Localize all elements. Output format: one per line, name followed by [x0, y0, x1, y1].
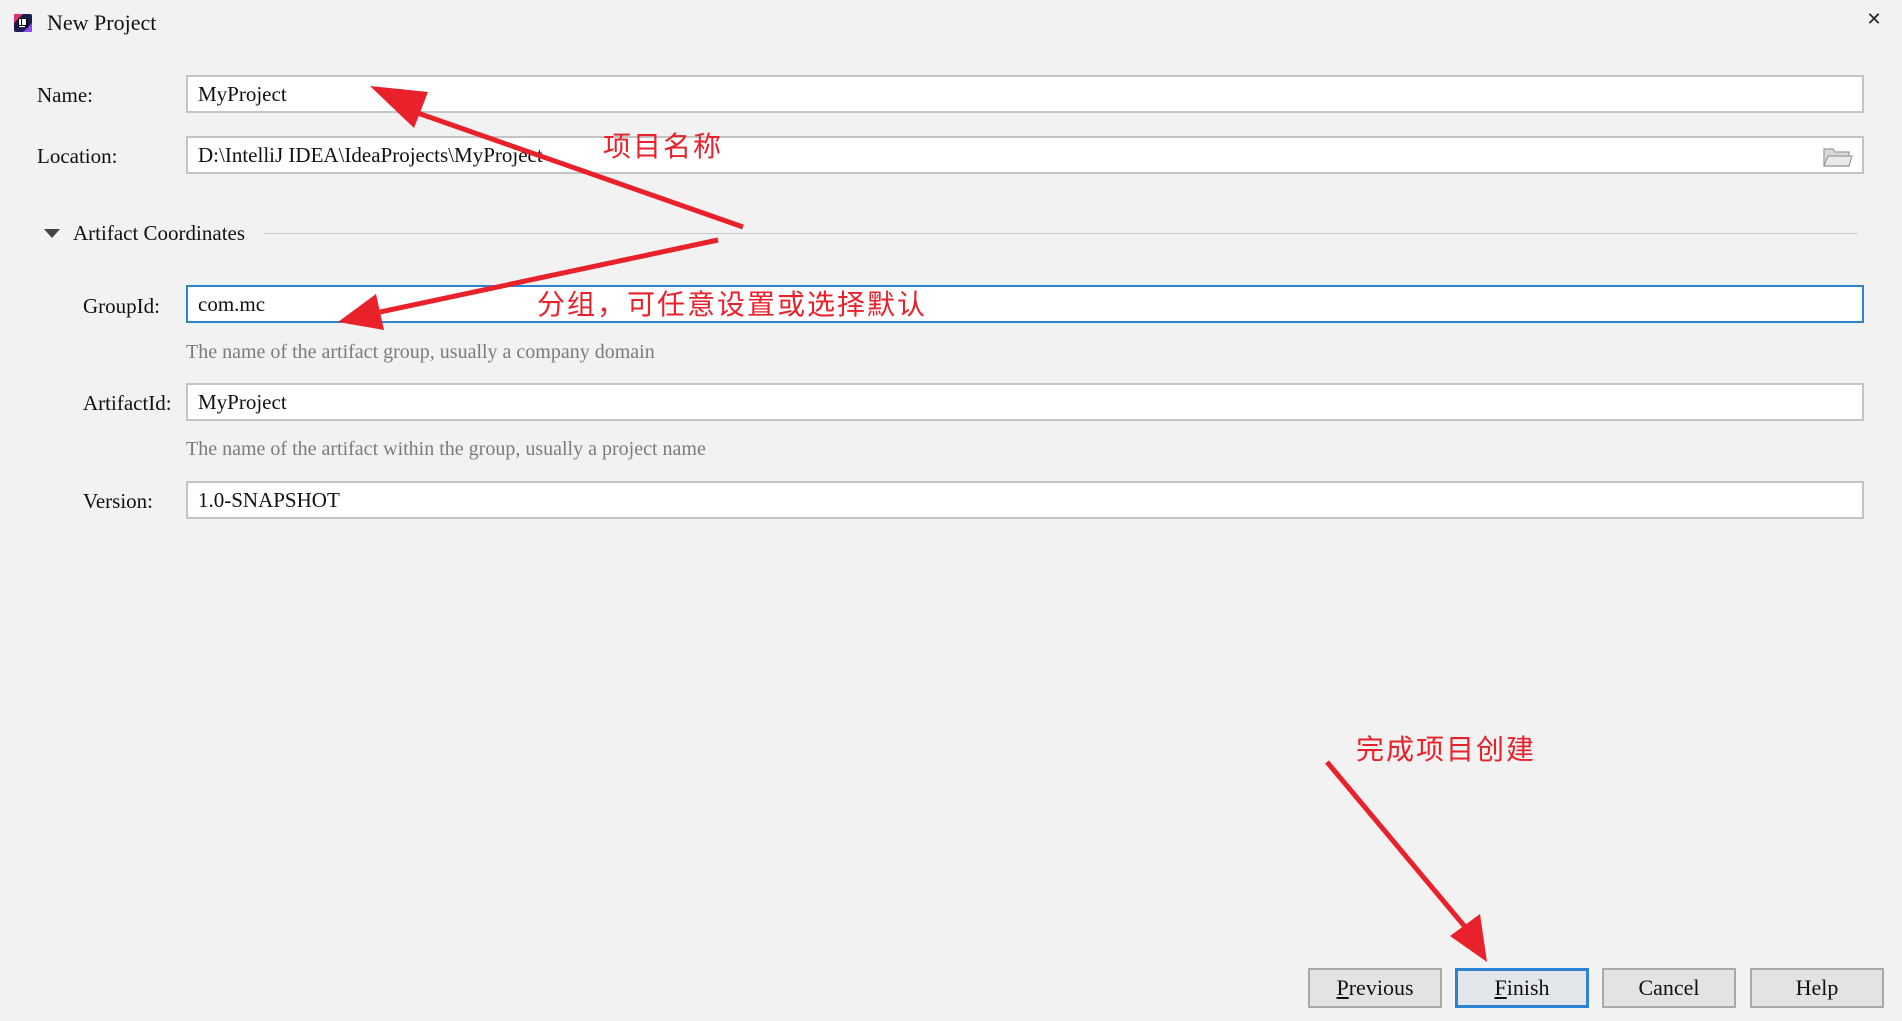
- groupid-hint: The name of the artifact group, usually …: [186, 341, 655, 363]
- section-divider: [264, 233, 1858, 234]
- arrow-to-finish-button: [1325, 760, 1487, 962]
- location-label: Location:: [37, 144, 118, 168]
- groupid-label: GroupId:: [83, 294, 160, 318]
- previous-button[interactable]: Previous: [1308, 968, 1442, 1008]
- window-title: New Project: [47, 10, 157, 35]
- version-label: Version:: [83, 489, 153, 513]
- location-value: D:\IntelliJ IDEA\IdeaProjects\MyProject: [198, 143, 543, 167]
- artifactid-label: ArtifactId:: [83, 391, 172, 415]
- artifactid-field[interactable]: MyProject: [186, 383, 1864, 421]
- finish-button[interactable]: Finish: [1455, 968, 1589, 1008]
- finish-label: inish: [1506, 975, 1550, 1000]
- chevron-down-icon: [44, 229, 60, 238]
- new-project-dialog: New Project ✕ Name: MyProject Location: …: [0, 0, 1902, 1021]
- previous-label: revious: [1348, 975, 1414, 1000]
- help-button[interactable]: Help: [1750, 968, 1884, 1008]
- section-title: Artifact Coordinates: [73, 221, 246, 245]
- annotation-finish: 完成项目创建: [1356, 733, 1537, 766]
- annotation-group: 分组，可任意设置或选择默认: [537, 288, 928, 321]
- name-field[interactable]: MyProject: [186, 75, 1864, 113]
- close-button[interactable]: ✕: [1862, 8, 1886, 32]
- title-bar: New Project ✕: [0, 0, 1902, 44]
- cancel-button[interactable]: Cancel: [1602, 968, 1736, 1008]
- finish-mnemonic: F: [1494, 975, 1507, 1000]
- annotation-project-name: 项目名称: [603, 130, 724, 163]
- artifactid-hint: The name of the artifact within the grou…: [186, 438, 706, 460]
- previous-mnemonic: P: [1336, 975, 1349, 1000]
- location-field[interactable]: D:\IntelliJ IDEA\IdeaProjects\MyProject: [186, 136, 1864, 174]
- version-field[interactable]: 1.0-SNAPSHOT: [186, 481, 1864, 519]
- groupid-field[interactable]: com.mc: [186, 285, 1864, 323]
- folder-icon[interactable]: [1823, 146, 1853, 168]
- name-label: Name:: [37, 83, 93, 107]
- intellij-idea-icon: [14, 14, 32, 32]
- close-icon: ✕: [1866, 9, 1882, 30]
